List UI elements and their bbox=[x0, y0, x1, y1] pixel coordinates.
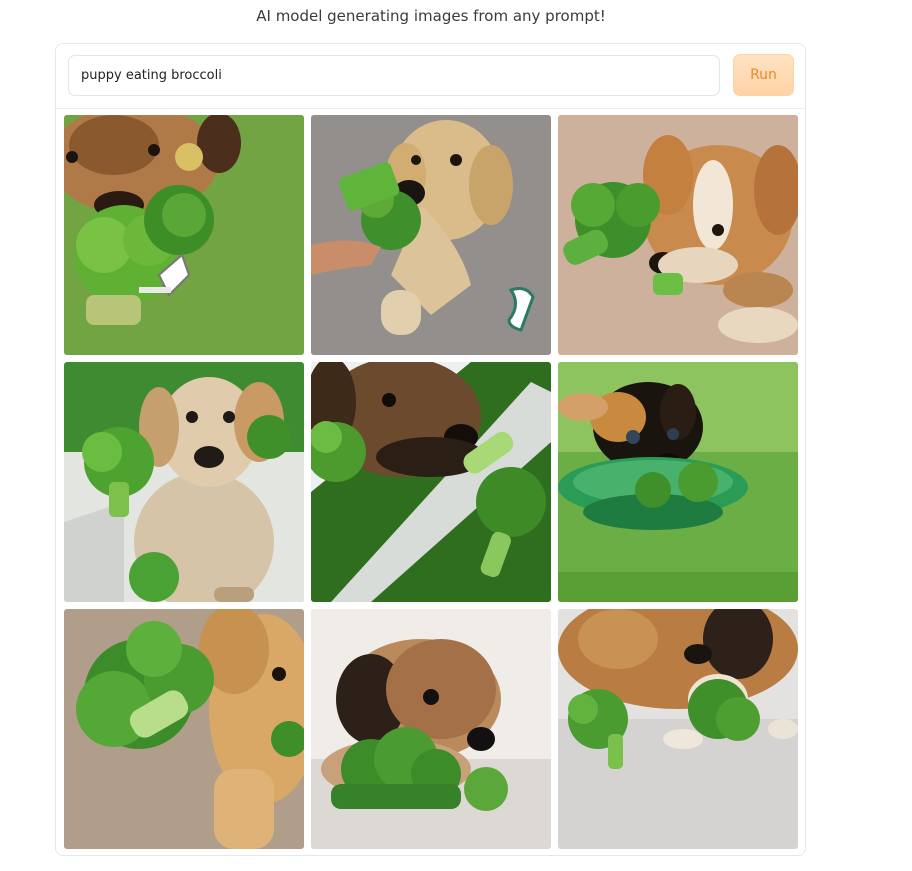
gallery-image-1[interactable] bbox=[64, 115, 304, 355]
gallery-image-6[interactable] bbox=[558, 362, 798, 602]
gallery-image-5[interactable] bbox=[311, 362, 551, 602]
generator-panel: Run bbox=[55, 43, 806, 856]
gallery-image-9[interactable] bbox=[558, 609, 798, 849]
gallery-image-8[interactable] bbox=[311, 609, 551, 849]
gallery-image-4[interactable] bbox=[64, 362, 304, 602]
prompt-input[interactable] bbox=[68, 55, 720, 96]
page-subtitle: AI model generating images from any prom… bbox=[256, 7, 606, 25]
run-button[interactable]: Run bbox=[733, 54, 794, 96]
prompt-row: Run bbox=[56, 44, 805, 109]
gallery-image-7[interactable] bbox=[64, 609, 304, 849]
image-gallery bbox=[64, 115, 799, 850]
gallery-image-2[interactable] bbox=[311, 115, 551, 355]
gallery-image-3[interactable] bbox=[558, 115, 798, 355]
